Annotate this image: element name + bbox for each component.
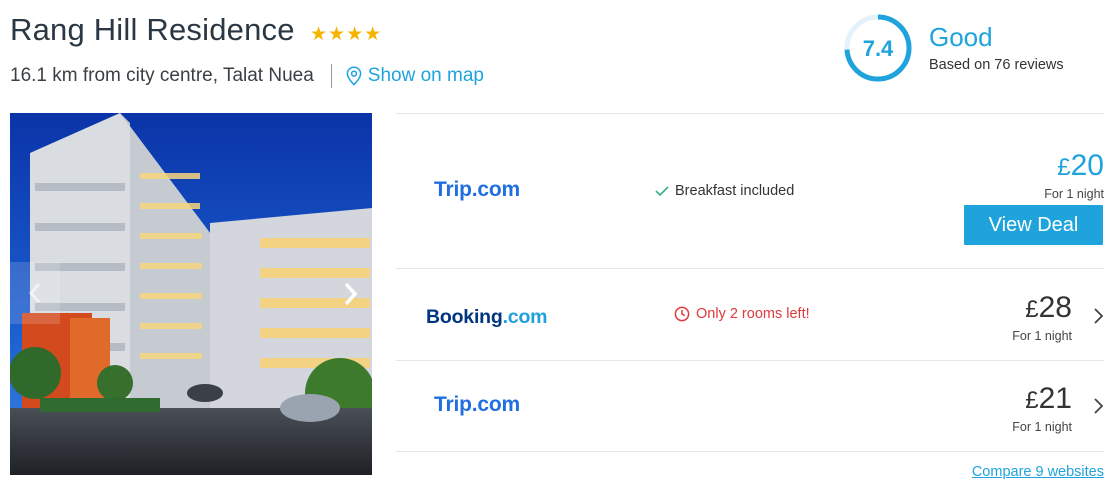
price-per-night: For 1 night <box>1044 187 1104 201</box>
star-icon: ★ <box>310 24 328 45</box>
price-amount: 21 <box>1038 382 1072 415</box>
checkmark-icon <box>655 186 669 197</box>
trip-com-logo: Trip.com <box>434 393 520 416</box>
price: £21 For 1 night <box>1012 382 1072 435</box>
deal-row[interactable]: Trip.com Breakfast included £20 For 1 ni… <box>396 114 1104 269</box>
compare-websites-link[interactable]: Compare 9 websites <box>972 464 1104 480</box>
price-amount: 20 <box>1070 149 1104 182</box>
review-count: Based on 76 reviews <box>929 57 1064 73</box>
deal-row[interactable]: Trip.com £21 For 1 night <box>396 362 1104 452</box>
rating-score: 7.4 <box>862 36 894 61</box>
price-amount: 28 <box>1038 291 1072 324</box>
star-icon: ★ <box>328 24 346 45</box>
rating-label: Good <box>929 22 993 52</box>
booking-com-logo: Booking.com <box>426 306 548 328</box>
scarcity-perk: Only 2 rooms left! <box>674 306 810 322</box>
map-pin-icon <box>346 66 362 86</box>
star-icon: ★ <box>364 24 382 45</box>
chevron-left-icon <box>28 283 41 303</box>
show-on-map-link[interactable]: Show on map <box>346 65 484 87</box>
deal-row[interactable]: Booking.com Only 2 rooms left! £28 For 1… <box>396 270 1104 361</box>
price: £28 For 1 night <box>1012 291 1072 344</box>
distance-text: 16.1 km from city centre, Talat Nuea <box>10 65 314 86</box>
star-icon: ★ <box>346 24 364 45</box>
trip-com-logo: Trip.com <box>434 178 520 201</box>
carousel-prev-button[interactable] <box>10 262 60 324</box>
carousel-next-button[interactable] <box>330 272 372 316</box>
star-rating: ★ ★ ★ ★ <box>310 25 381 45</box>
chevron-right-icon[interactable] <box>1092 306 1106 326</box>
price-per-night: For 1 night <box>1012 329 1072 343</box>
price-per-night: For 1 night <box>1012 420 1072 434</box>
chevron-right-icon <box>344 282 358 306</box>
breakfast-perk: Breakfast included <box>655 183 794 199</box>
perk-text: Only 2 rooms left! <box>696 306 810 322</box>
hotel-photo[interactable] <box>10 113 372 475</box>
location-row: 16.1 km from city centre, Talat Nuea Sho… <box>10 64 484 88</box>
view-deal-button[interactable]: View Deal <box>964 205 1103 245</box>
price: £20 For 1 night <box>1044 149 1104 202</box>
divider <box>330 64 332 88</box>
clock-icon <box>674 306 690 322</box>
hotel-title: Rang Hill Residence <box>10 12 295 47</box>
chevron-right-icon[interactable] <box>1092 396 1106 416</box>
perk-text: Breakfast included <box>675 183 795 199</box>
show-on-map-label: Show on map <box>367 65 484 86</box>
